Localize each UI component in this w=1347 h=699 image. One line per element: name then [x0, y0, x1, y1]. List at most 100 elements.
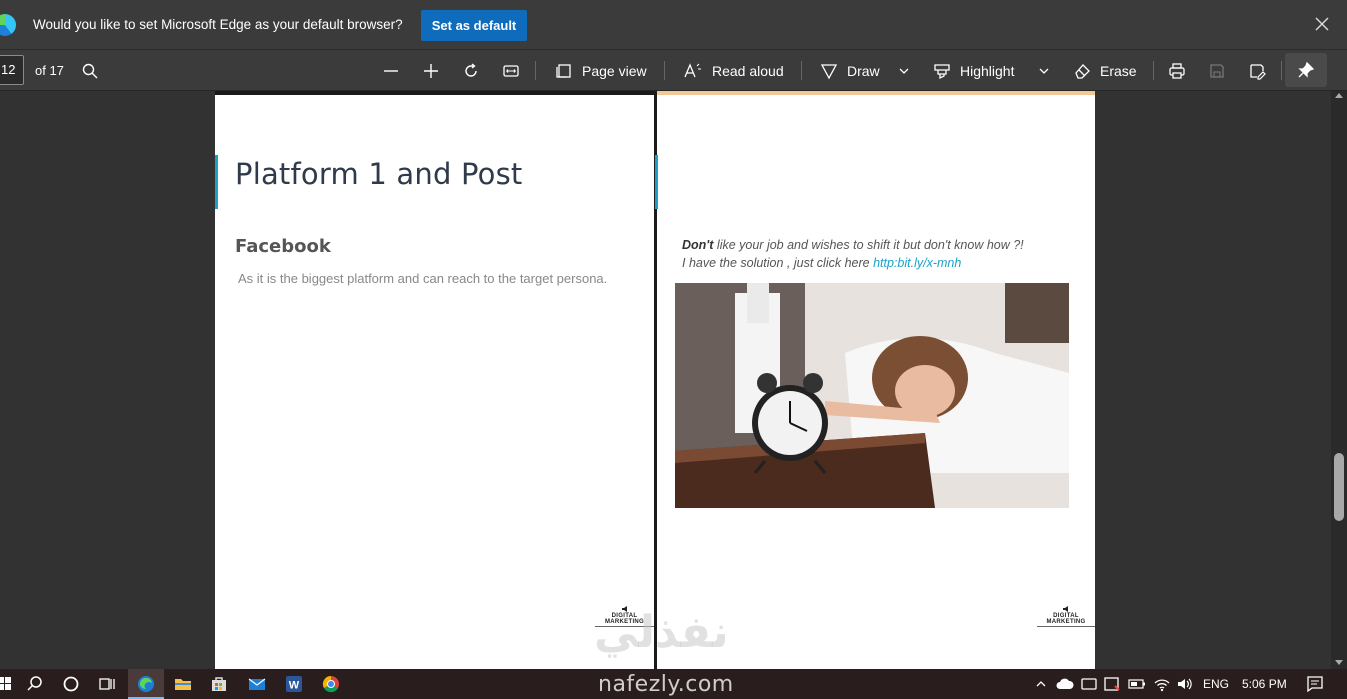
clock-time[interactable]: 5:06 PM: [1242, 677, 1287, 691]
highlight-label: Highlight: [960, 63, 1015, 79]
scroll-up-arrow-icon[interactable]: [1335, 93, 1343, 98]
taskbar-word[interactable]: W: [283, 673, 305, 695]
fit-to-width-button[interactable]: [502, 59, 520, 83]
shield-icon: [1104, 677, 1120, 691]
page-view-label: Page view: [582, 63, 647, 79]
promo-emphasis: Don't: [682, 238, 714, 252]
title-accent-bar: [215, 155, 218, 209]
pin-toolbar-button[interactable]: [1285, 53, 1327, 87]
save-button[interactable]: [1208, 59, 1226, 83]
video-icon: [1081, 678, 1097, 690]
watermark-arabic: نفذلي: [594, 607, 729, 658]
notification-message: Would you like to set Microsoft Edge as …: [33, 17, 403, 32]
draw-label: Draw: [847, 63, 880, 79]
draw-options-dropdown[interactable]: [898, 59, 910, 83]
taskbar-store[interactable]: [208, 673, 230, 695]
show-hidden-icons-button[interactable]: [1030, 673, 1052, 695]
cortana-icon: [63, 676, 79, 692]
plus-icon: [424, 64, 438, 78]
folder-icon: [175, 679, 191, 690]
highlighter-icon: [934, 64, 950, 80]
printer-icon: [1169, 63, 1185, 79]
read-aloud-icon: [684, 63, 701, 78]
svg-text:W: W: [289, 680, 300, 692]
battery-icon: [1128, 679, 1145, 689]
read-aloud-label: Read aloud: [712, 63, 784, 79]
title-accent-bar: [655, 155, 658, 209]
save-as-icon: [1250, 64, 1266, 80]
highlight-button[interactable]: Highlight: [933, 59, 1014, 83]
tray-volume[interactable]: [1174, 673, 1196, 695]
cortana-button[interactable]: [60, 673, 82, 695]
draw-button[interactable]: Draw: [820, 59, 880, 83]
watermark-latin: nafezly.com: [598, 672, 734, 697]
search-icon: [27, 676, 42, 691]
task-view-button[interactable]: [96, 673, 118, 695]
brand-logo: DIGITAL MARKETING: [1037, 606, 1095, 627]
taskbar-edge[interactable]: [135, 673, 157, 695]
taskbar-chrome[interactable]: [320, 673, 342, 695]
store-bag-icon: [212, 677, 226, 691]
save-as-button[interactable]: [1248, 59, 1266, 83]
rotate-button[interactable]: [462, 59, 480, 83]
notification-icon: [1307, 676, 1323, 693]
eraser-icon: [1075, 64, 1090, 79]
scroll-down-arrow-icon[interactable]: [1335, 660, 1343, 665]
pdf-page-right: Don't like your job and wishes to shift …: [655, 91, 1095, 669]
edge-logo-icon: [0, 14, 16, 36]
chrome-icon: [322, 675, 339, 693]
megaphone-icon: [1063, 606, 1068, 612]
start-button[interactable]: [0, 673, 16, 695]
pdf-page-left: Platform 1 and Post Facebook As it is th…: [215, 91, 654, 669]
cloud-icon: [1056, 678, 1074, 689]
taskbar-mail[interactable]: [246, 673, 268, 695]
mail-icon: [248, 678, 266, 690]
page-title: Platform 1 and Post: [235, 157, 523, 191]
page-view-icon: [556, 64, 571, 78]
word-icon: W: [286, 676, 302, 692]
brand-text: DIGITAL MARKETING: [1046, 613, 1086, 625]
search-button[interactable]: [24, 673, 46, 695]
tray-wifi[interactable]: [1151, 673, 1173, 695]
document-viewport[interactable]: Platform 1 and Post Facebook As it is th…: [0, 91, 1331, 669]
pen-icon: [820, 64, 838, 80]
speaker-icon: [1178, 678, 1192, 690]
tray-onedrive[interactable]: [1054, 673, 1076, 695]
find-button[interactable]: [81, 59, 99, 83]
input-language[interactable]: ENG: [1203, 677, 1229, 691]
action-center-button[interactable]: [1304, 673, 1326, 695]
chevron-down-icon: [899, 68, 909, 74]
tray-network-security[interactable]: [1101, 673, 1123, 695]
chevron-down-icon: [1039, 68, 1049, 74]
scrollbar-thumb[interactable]: [1334, 453, 1344, 521]
tray-battery[interactable]: [1126, 673, 1148, 695]
erase-button[interactable]: Erase: [1073, 59, 1137, 83]
task-view-icon: [99, 678, 115, 690]
promo-link[interactable]: http:bit.ly/x-mnh: [873, 256, 961, 270]
page-total: of 17: [35, 63, 64, 78]
toolbar-separator: [664, 61, 665, 80]
pdf-toolbar: 12 of 17 Page view Read aloud Draw Highl…: [0, 50, 1347, 91]
tray-meet-now[interactable]: [1078, 673, 1100, 695]
read-aloud-button[interactable]: Read aloud: [683, 59, 784, 83]
set-as-default-button[interactable]: Set as default: [421, 10, 527, 41]
minus-icon: [384, 70, 398, 72]
print-button[interactable]: [1168, 59, 1186, 83]
rotate-icon: [465, 63, 477, 77]
close-icon[interactable]: [1313, 15, 1331, 33]
save-icon: [1210, 64, 1224, 78]
windows-logo-icon: [0, 677, 11, 690]
fit-width-icon: [503, 65, 519, 77]
page-number-input[interactable]: 12: [0, 55, 24, 85]
taskbar-file-explorer[interactable]: [172, 673, 194, 695]
section-heading: Facebook: [235, 236, 331, 257]
zoom-out-button[interactable]: [382, 59, 400, 83]
page-top-edge: [657, 91, 1095, 95]
highlight-options-dropdown[interactable]: [1038, 59, 1050, 83]
wifi-icon: [1154, 679, 1170, 692]
vertical-scrollbar[interactable]: [1331, 91, 1347, 669]
erase-label: Erase: [1100, 63, 1137, 79]
zoom-in-button[interactable]: [422, 59, 440, 83]
page-view-button[interactable]: Page view: [555, 59, 647, 83]
search-icon: [82, 63, 98, 79]
